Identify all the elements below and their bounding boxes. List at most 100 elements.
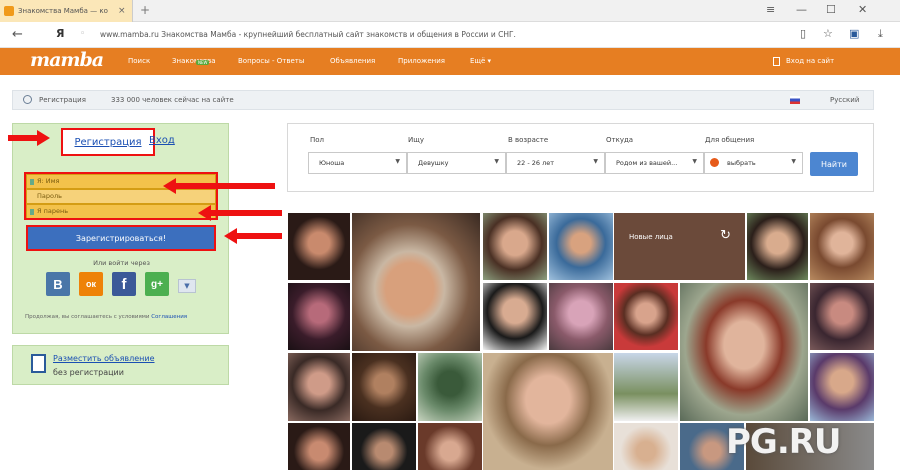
tab-close-icon[interactable]: × xyxy=(118,6,126,16)
more-social-chevron-icon[interactable]: ▼ xyxy=(178,279,196,293)
address-bar: ← Я ◦ www.mamba.ru Знакомства Мамба - кр… xyxy=(0,22,900,48)
profile-photo[interactable] xyxy=(288,213,350,280)
menu-icon[interactable]: ≡ xyxy=(766,3,775,16)
profile-photo[interactable] xyxy=(418,423,482,470)
vk-icon[interactable]: B xyxy=(46,272,70,296)
login-door-icon xyxy=(773,57,780,66)
watermark: PG.RU xyxy=(726,422,842,462)
fields-highlight xyxy=(24,172,218,220)
label-gender: Пол xyxy=(310,136,325,144)
register-button-label: Зарегистрироваться! xyxy=(75,233,167,243)
nav-ads[interactable]: Объявления xyxy=(330,57,375,65)
new-faces-tile[interactable]: Новые лица ↻ xyxy=(614,213,745,280)
maximize-icon[interactable]: ☐ xyxy=(826,3,836,16)
refresh-icon[interactable]: ↻ xyxy=(720,228,731,243)
back-arrow-icon[interactable]: ← xyxy=(12,27,23,42)
find-button-label: Найти xyxy=(821,159,847,169)
close-window-icon[interactable]: ✕ xyxy=(858,3,867,16)
language-selector[interactable]: Русский xyxy=(830,96,859,104)
tab-register-label: Регистрация xyxy=(74,136,142,148)
tab-login[interactable]: Вход xyxy=(149,135,175,146)
profile-photo[interactable] xyxy=(352,423,416,470)
mamba-logo[interactable]: mamba xyxy=(30,49,104,71)
profile-photo[interactable] xyxy=(614,353,678,421)
profile-photo[interactable] xyxy=(810,283,874,350)
reader-icon[interactable]: ▯ xyxy=(800,27,806,40)
profile-photo[interactable] xyxy=(810,213,874,280)
odnoklassniki-icon[interactable]: ок xyxy=(79,272,103,296)
age-value: 22 - 26 лет xyxy=(517,159,555,167)
find-button[interactable]: Найти xyxy=(810,152,858,176)
profile-photo[interactable] xyxy=(483,213,547,280)
dropdown-caret-icon: ▼ xyxy=(395,158,400,165)
gender-select[interactable]: Юноша ▼ xyxy=(308,152,407,174)
annotation-arrow xyxy=(198,205,282,221)
browser-tab-bar: Знакомства Мамба — ко × + ≡ — ☐ ✕ xyxy=(0,0,900,22)
nav-search[interactable]: Поиск xyxy=(128,57,150,65)
seeking-value: Девушку xyxy=(418,159,449,167)
profile-photo[interactable] xyxy=(418,353,482,421)
russian-flag-icon xyxy=(790,96,800,104)
terms-prefix: Продолжая, вы соглашаетесь с условиями xyxy=(25,314,152,320)
search-panel: Пол Ищу В возрасте Откуда Для общения Юн… xyxy=(287,123,874,192)
purpose-icon xyxy=(710,158,719,167)
nav-questions[interactable]: Вопросы - Ответы xyxy=(238,57,304,65)
gender-value: Юноша xyxy=(319,159,345,167)
profile-photo[interactable] xyxy=(288,353,350,421)
post-ad-link[interactable]: Разместить объявление xyxy=(53,354,155,363)
google-plus-icon[interactable]: g+ xyxy=(145,272,169,296)
terms-link[interactable]: Соглашения xyxy=(151,314,187,320)
label-purpose: Для общения xyxy=(705,136,755,144)
dropdown-caret-icon: ▼ xyxy=(593,158,598,165)
new-tab-icon[interactable]: + xyxy=(140,3,150,17)
online-count: 333 000 человек сейчас на сайте xyxy=(111,96,234,104)
profile-photo[interactable] xyxy=(810,353,874,421)
profile-photo[interactable] xyxy=(549,213,613,280)
register-button[interactable]: Зарегистрироваться! xyxy=(26,225,216,251)
profile-photo[interactable] xyxy=(483,283,547,350)
label-location: Откуда xyxy=(606,136,634,144)
extension-icon[interactable]: ▣ xyxy=(849,27,859,40)
profile-photo-large[interactable] xyxy=(680,283,808,421)
site-favicon-icon xyxy=(4,6,14,16)
profile-photo[interactable] xyxy=(549,283,613,350)
purpose-value: выбрать xyxy=(727,159,756,167)
yandex-home-icon[interactable]: Я xyxy=(56,27,64,40)
new-badge: NEW xyxy=(196,60,210,65)
annotation-arrow xyxy=(163,178,275,194)
download-icon[interactable]: ⤓ xyxy=(878,27,883,41)
profile-photo[interactable] xyxy=(614,283,678,350)
subbar-registration-link[interactable]: Регистрация xyxy=(39,96,86,104)
post-ad-panel[interactable]: Разместить объявление без регистрации xyxy=(12,345,229,385)
lock-icon: ◦ xyxy=(80,29,86,39)
tab-register[interactable]: Регистрация xyxy=(61,128,155,156)
profile-photo[interactable] xyxy=(352,353,416,421)
browser-tab[interactable]: Знакомства Мамба — ко × xyxy=(0,0,133,22)
user-icon xyxy=(23,95,32,104)
profile-photo[interactable] xyxy=(614,423,678,470)
minimize-icon[interactable]: — xyxy=(796,3,807,16)
nav-more[interactable]: Ещё ▾ xyxy=(470,57,491,65)
nav-apps[interactable]: Приложения xyxy=(398,57,445,65)
post-ad-subtitle: без регистрации xyxy=(53,368,124,377)
profile-photo-large[interactable] xyxy=(483,353,613,470)
document-icon xyxy=(31,354,46,373)
profile-photo[interactable] xyxy=(288,283,350,350)
bookmark-star-icon[interactable]: ☆ xyxy=(823,27,833,40)
dropdown-caret-icon: ▼ xyxy=(494,158,499,165)
facebook-icon[interactable]: f xyxy=(112,272,136,296)
purpose-select[interactable]: выбрать ▼ xyxy=(704,152,803,174)
new-faces-label: Новые лица xyxy=(629,233,673,241)
location-value: Родом из вашей... xyxy=(616,159,678,167)
age-select[interactable]: 22 - 26 лет ▼ xyxy=(506,152,605,174)
profile-photo[interactable] xyxy=(747,213,808,280)
profile-photo-large[interactable] xyxy=(352,213,480,351)
site-header: mamba Поиск Знакомства NEW Вопросы - Отв… xyxy=(0,48,900,75)
location-select[interactable]: Родом из вашей... ▼ xyxy=(605,152,704,174)
label-age: В возрасте xyxy=(508,136,549,144)
url-field[interactable]: www.mamba.ru Знакомства Мамба - крупнейш… xyxy=(100,30,516,39)
dropdown-caret-icon: ▼ xyxy=(791,158,796,165)
signin-link[interactable]: Вход на сайт xyxy=(786,57,834,65)
seeking-select[interactable]: Девушку ▼ xyxy=(407,152,506,174)
profile-photo[interactable] xyxy=(288,423,350,470)
